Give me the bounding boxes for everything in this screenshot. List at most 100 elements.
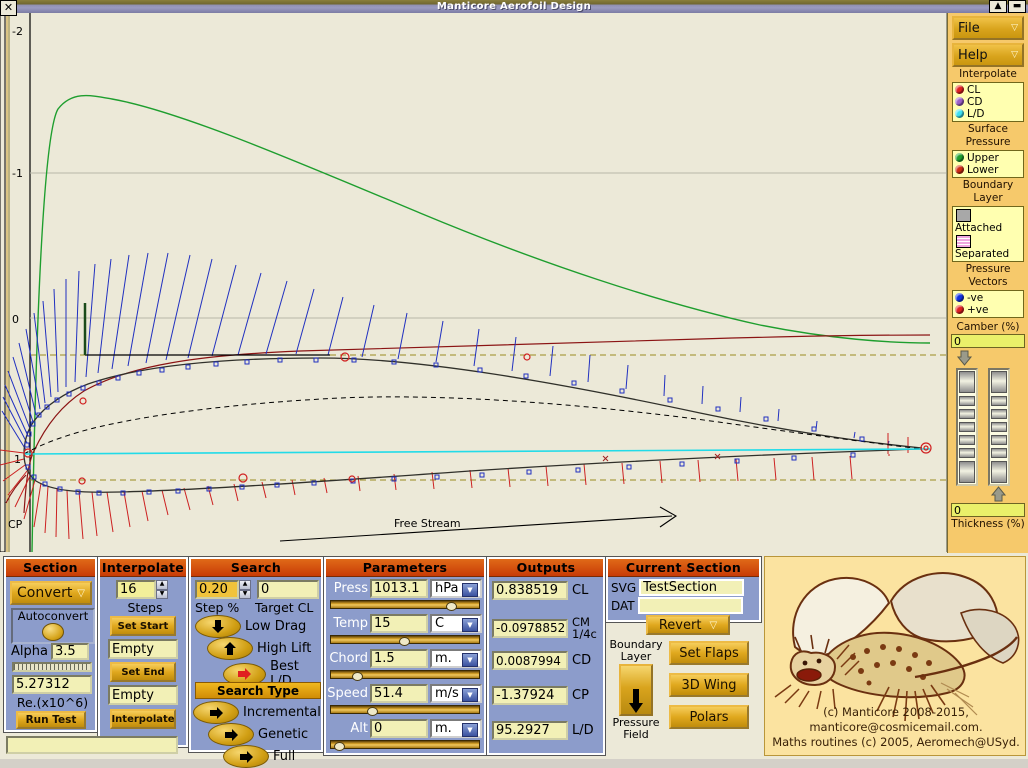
status-bar[interactable]: [6, 736, 178, 754]
svg-input[interactable]: TestSection: [639, 579, 744, 596]
dat-input[interactable]: [638, 597, 743, 614]
polars-button[interactable]: Polars: [669, 705, 749, 729]
down-arrow-icon: [628, 688, 644, 714]
legend-item[interactable]: CL: [955, 84, 1021, 96]
camber-label: Camber (%): [948, 322, 1028, 334]
press-unit-select[interactable]: hPa ▼: [430, 579, 482, 598]
autoconvert-toggle[interactable]: [42, 623, 64, 641]
genetic-option[interactable]: Genetic: [208, 723, 308, 746]
set-start-button[interactable]: Set Start: [110, 616, 176, 636]
steps-label: Steps: [100, 600, 190, 615]
alpha-label: Alpha: [11, 644, 48, 659]
camber-down-arrow-icon[interactable]: [956, 350, 973, 366]
low-drag-label: Low Drag: [245, 619, 306, 634]
camber-input[interactable]: 0: [951, 334, 1025, 348]
cp-label: CP: [572, 688, 589, 703]
full-option[interactable]: Full: [223, 745, 295, 768]
alt-label: Alt: [326, 721, 368, 736]
press-input[interactable]: 1013.1: [370, 579, 428, 598]
thickness-slider[interactable]: [988, 368, 1010, 486]
legend-label: CL: [967, 84, 980, 96]
legend-color-dot: [955, 153, 964, 162]
title-bar: Manticore Aerofoil Design: [0, 0, 1028, 13]
press-slider[interactable]: [330, 600, 480, 609]
alpha-input[interactable]: 3.5: [51, 643, 89, 660]
boundary-layer-caption-1: Boundary: [948, 180, 1028, 192]
bl-pf-slider[interactable]: [619, 664, 653, 716]
chord-unit-select[interactable]: m. ▼: [430, 649, 482, 668]
close-button[interactable]: ✕: [0, 0, 17, 16]
thickness-up-arrow-icon[interactable]: [990, 486, 1007, 502]
incremental-option[interactable]: Incremental: [193, 701, 321, 724]
target-cl-input[interactable]: 0: [257, 580, 319, 599]
reynolds-input[interactable]: 5.27312: [12, 675, 92, 694]
step-pct-input[interactable]: 0.20: [195, 580, 239, 599]
target-cl-label: Target CL: [255, 600, 313, 615]
temp-input[interactable]: 15: [370, 614, 428, 633]
steps-spinner[interactable]: ▲▼: [156, 580, 168, 599]
legend-color-dot: [955, 165, 964, 174]
legend-item[interactable]: CD: [955, 96, 1021, 108]
minimize-button[interactable]: ▬: [1008, 0, 1026, 13]
high-lift-option[interactable]: High Lift: [207, 637, 311, 660]
step-pct-row: 0.20 ▲▼: [195, 580, 251, 599]
speed-label: Speed: [326, 686, 368, 701]
low-drag-option[interactable]: Low Drag: [195, 615, 306, 638]
start-value-field[interactable]: Empty: [108, 639, 178, 659]
panel-interpolate-title: Interpolate: [100, 559, 186, 577]
steps-input[interactable]: 16: [116, 580, 156, 599]
chord-input[interactable]: 1.5: [370, 649, 428, 668]
alt-slider[interactable]: [330, 740, 480, 749]
temp-slider[interactable]: [330, 635, 480, 644]
file-menu-label: File: [958, 21, 980, 36]
speed-slider[interactable]: [330, 705, 480, 714]
cd-output: 0.0087994: [492, 651, 568, 670]
aerofoil-plot[interactable]: -2 -1 0 1 CP: [0, 13, 947, 552]
legend-color-dot: [955, 97, 964, 106]
run-test-button[interactable]: Run Test: [16, 711, 86, 729]
alt-input[interactable]: 0: [370, 719, 428, 738]
cp-output: -1.37924: [492, 686, 568, 705]
panel-current-section-title: Current Section: [608, 559, 759, 577]
chevron-down-icon: ▽: [77, 588, 85, 599]
output-row: 0.838519 CL: [492, 581, 588, 600]
maximize-button[interactable]: ▲: [989, 0, 1007, 13]
y-axis-label: CP: [8, 518, 23, 531]
output-row: 95.2927 L/D: [492, 721, 594, 740]
set-end-button[interactable]: Set End: [110, 662, 176, 682]
alt-unit-select[interactable]: m. ▼: [430, 719, 482, 738]
help-menu-label: Help: [958, 48, 988, 63]
legend-item[interactable]: L/D: [955, 108, 1021, 120]
down-arrow-icon: [195, 615, 241, 638]
speed-input[interactable]: 51.4: [370, 684, 428, 703]
temp-label: Temp: [326, 616, 368, 631]
temp-unit-select[interactable]: C ▼: [430, 614, 482, 633]
camber-thickness-sliders: [952, 350, 1024, 502]
right-sidebar: File ▽ Help ▽ Interpolate CL CD L/D Surf…: [947, 13, 1028, 559]
camber-slider[interactable]: [956, 368, 978, 486]
legend-item[interactable]: +ve: [955, 304, 1021, 316]
revert-button[interactable]: Revert ▽: [646, 615, 730, 635]
legend-item[interactable]: Lower: [955, 164, 1021, 176]
chevron-down-icon: ▼: [462, 688, 478, 702]
thickness-input[interactable]: 0: [951, 503, 1025, 517]
3d-wing-button[interactable]: 3D Wing: [669, 673, 749, 697]
convert-button[interactable]: Convert ▽: [10, 581, 92, 605]
help-menu-button[interactable]: Help ▽: [952, 43, 1024, 67]
surface-pressure-caption-1: Surface: [948, 124, 1028, 136]
output-row: 0.0087994 CD: [492, 651, 591, 670]
interpolate-button[interactable]: Interpolate: [110, 709, 176, 729]
alpha-slider[interactable]: [12, 662, 92, 672]
step-pct-spinner[interactable]: ▲▼: [239, 580, 251, 599]
file-menu-button[interactable]: File ▽: [952, 16, 1024, 40]
chord-slider[interactable]: [330, 670, 480, 679]
chord-label: Chord: [326, 651, 368, 666]
set-flaps-button[interactable]: Set Flaps: [669, 641, 749, 665]
pressure-vectors-legend: -ve +ve: [952, 290, 1024, 318]
speed-unit-select[interactable]: m/s ▼: [430, 684, 482, 703]
legend-item[interactable]: Upper: [955, 152, 1021, 164]
temp-unit-value: C: [435, 616, 444, 631]
panel-section: Section Convert ▽ Autoconvert Alpha 3.5 …: [4, 557, 97, 732]
end-value-field[interactable]: Empty: [108, 685, 178, 705]
legend-item[interactable]: -ve: [955, 292, 1021, 304]
